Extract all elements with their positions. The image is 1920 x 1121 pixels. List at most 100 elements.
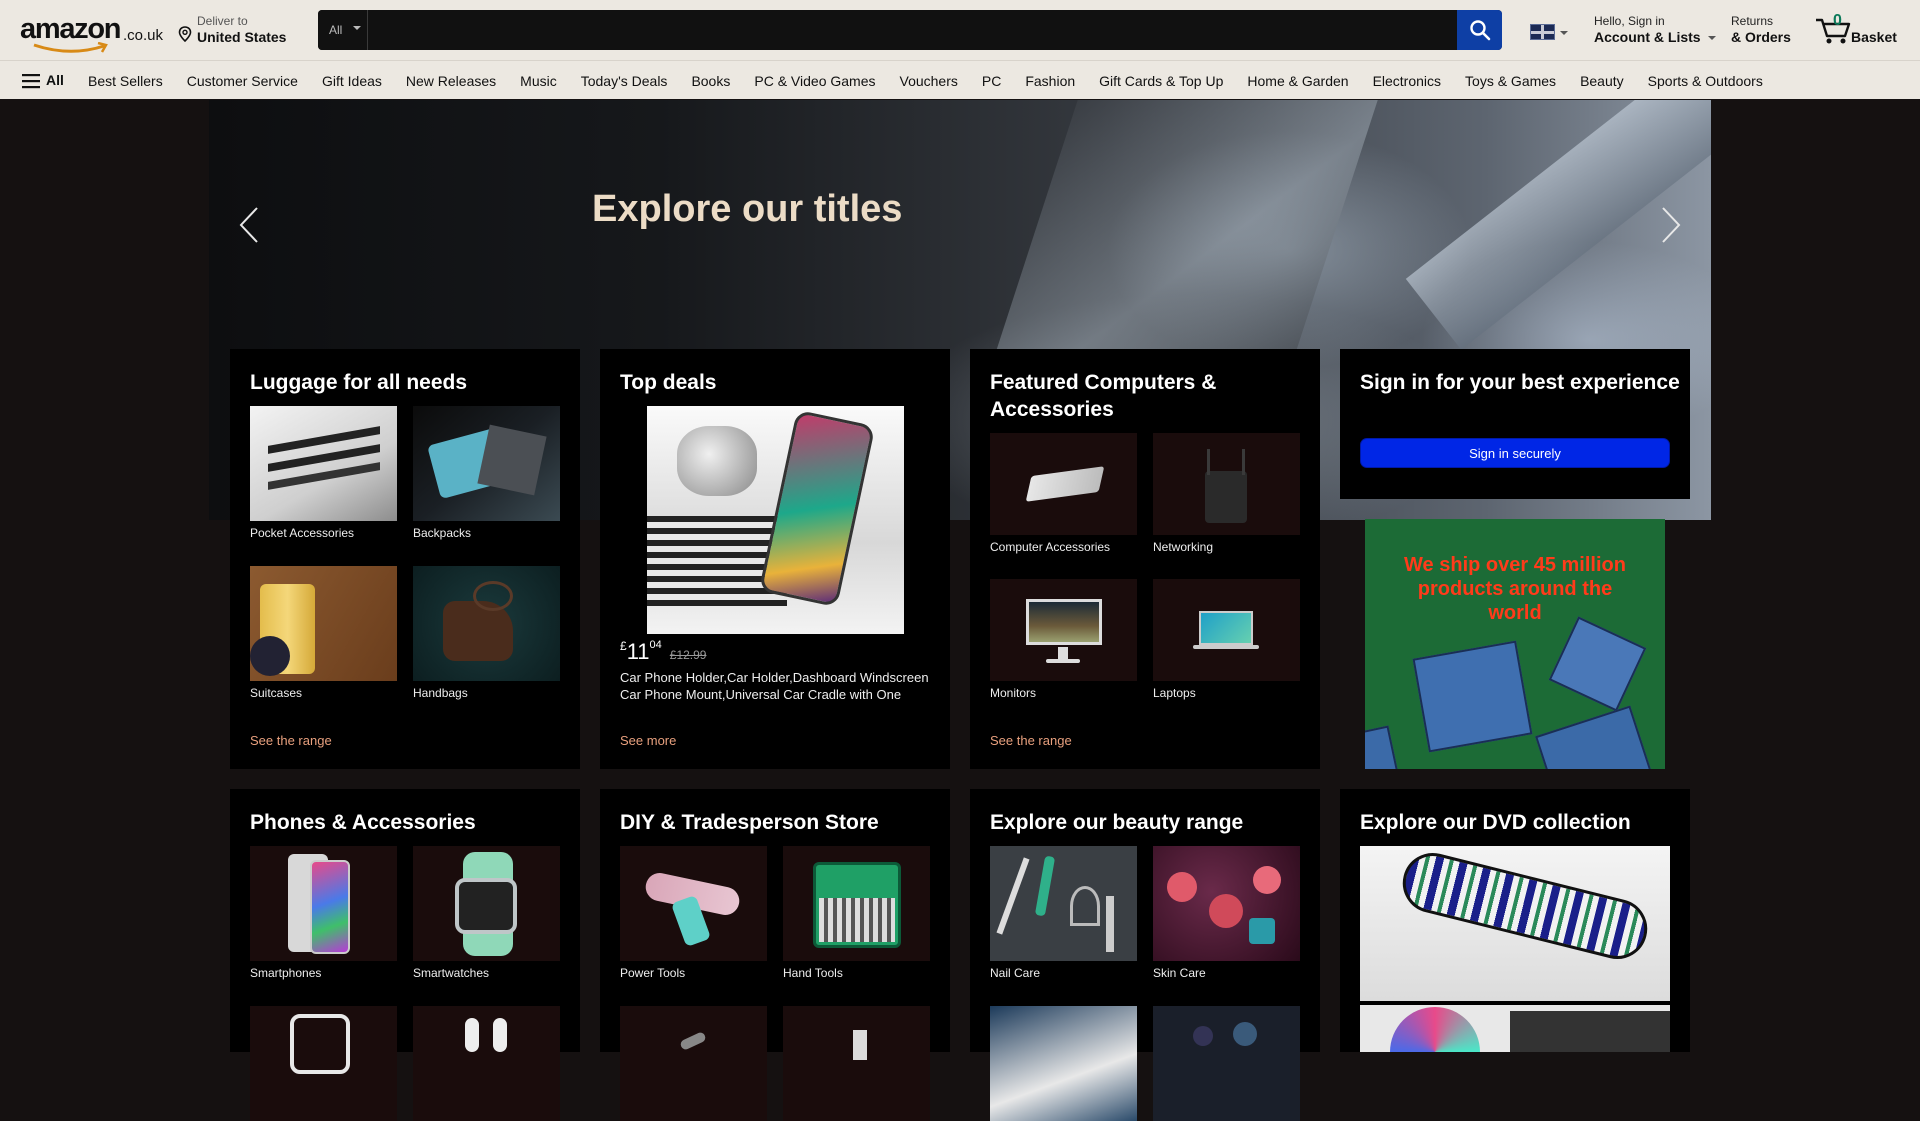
all-menu-label: All [46, 72, 64, 88]
computer-accessories-image [990, 433, 1137, 535]
nav-link-toys-games[interactable]: Toys & Games [1465, 73, 1556, 89]
deliver-label: Deliver to [197, 14, 248, 28]
beauty-item-image [990, 1006, 1137, 1121]
tile-phone-accessory-2[interactable] [413, 1006, 560, 1121]
see-the-range-link[interactable]: See the range [250, 733, 332, 748]
tile-smartwatches[interactable]: Smartwatches [413, 846, 560, 980]
tile-networking[interactable]: Networking [1153, 433, 1300, 554]
card-top-deals: Top deals £1104 £12.99 Car Phone Holder,C… [600, 349, 950, 769]
nav-link-gift-cards[interactable]: Gift Cards & Top Up [1099, 73, 1223, 89]
tile-monitors[interactable]: Monitors [990, 579, 1137, 700]
tile-laptops[interactable]: Laptops [1153, 579, 1300, 700]
tile-handbags[interactable]: Handbags [413, 566, 560, 700]
card-computers: Featured Computers & Accessories Compute… [970, 349, 1320, 769]
box-image [1412, 640, 1533, 753]
tile-caption: Pocket Accessories [250, 526, 355, 540]
search-category-label: All [329, 23, 343, 37]
search-button[interactable] [1457, 10, 1502, 50]
carousel-next-button[interactable] [1651, 200, 1691, 250]
chevron-left-icon [239, 207, 258, 243]
tile-diy-item-1[interactable] [620, 1006, 767, 1121]
nav-links: Best Sellers Customer Service Gift Ideas… [88, 61, 1787, 100]
tile-caption: Smartwatches [413, 966, 490, 980]
promo-banner[interactable]: We ship over 45 million products around … [1365, 519, 1665, 769]
deliver-to[interactable]: Deliver to United States [178, 14, 298, 46]
see-more-link[interactable]: See more [620, 733, 676, 748]
sign-in-securely-button[interactable]: Sign in securely [1360, 438, 1670, 468]
card-sign-in: Sign in for your best experience Sign in… [1340, 349, 1690, 499]
smartphones-image [250, 846, 397, 961]
deal-price: £1104 £12.99 [620, 639, 706, 665]
pocket-accessories-image [250, 406, 397, 521]
tile-pocket-accessories[interactable]: Pocket Accessories [250, 406, 397, 540]
search-category-dropdown[interactable]: All [318, 10, 368, 50]
tile-backpacks[interactable]: Backpacks [413, 406, 560, 540]
nav-link-books[interactable]: Books [691, 73, 730, 89]
nav-link-home-garden[interactable]: Home & Garden [1247, 73, 1348, 89]
deal-product-title[interactable]: Car Phone Holder,Car Holder,Dashboard Wi… [620, 669, 932, 705]
tile-beauty-item-2[interactable] [1153, 1006, 1300, 1121]
tile-caption: Nail Care [990, 966, 1041, 980]
nav-link-new-releases[interactable]: New Releases [406, 73, 496, 89]
nav-link-electronics[interactable]: Electronics [1373, 73, 1441, 89]
basket[interactable]: 0 Basket [1814, 12, 1904, 48]
deliver-country: United States [197, 29, 287, 45]
search-icon [1469, 20, 1490, 41]
tile-beauty-item-1[interactable] [990, 1006, 1137, 1121]
dvd-remote-image[interactable] [1360, 846, 1670, 1001]
tile-smartphones[interactable]: Smartphones [250, 846, 397, 980]
nav-link-best-sellers[interactable]: Best Sellers [88, 73, 163, 89]
account-menu[interactable]: Hello, Sign in Account & Lists [1594, 14, 1716, 48]
language-selector[interactable] [1530, 24, 1570, 40]
deal-product-image[interactable] [647, 406, 904, 634]
tile-caption: Handbags [413, 686, 468, 700]
beauty-item-image [1153, 1006, 1300, 1121]
all-menu-button[interactable]: All [22, 71, 68, 91]
networking-image [1153, 433, 1300, 535]
returns-orders[interactable]: Returns & Orders [1731, 14, 1801, 48]
box-image [1548, 616, 1647, 712]
tile-diy-item-2[interactable] [783, 1006, 930, 1121]
tile-suitcases[interactable]: Suitcases [250, 566, 397, 700]
search-input[interactable] [369, 10, 1457, 50]
tile-hand-tools[interactable]: Hand Tools [783, 846, 930, 980]
carousel-prev-button[interactable] [229, 200, 269, 250]
nav-link-music[interactable]: Music [520, 73, 557, 89]
location-pin-icon [178, 26, 192, 42]
nav-link-customer-service[interactable]: Customer Service [187, 73, 298, 89]
orders-label: & Orders [1731, 29, 1791, 45]
nav-link-beauty[interactable]: Beauty [1580, 73, 1624, 89]
smartwatches-image [413, 846, 560, 961]
card-dvd: Explore our DVD collection [1340, 789, 1690, 1052]
laptops-image [1153, 579, 1300, 681]
earbuds-image [413, 1006, 560, 1121]
tile-caption: Backpacks [413, 526, 472, 540]
tile-caption: Hand Tools [783, 966, 843, 980]
dvd-disc-image[interactable] [1360, 1005, 1670, 1052]
tile-power-tools[interactable]: Power Tools [620, 846, 767, 980]
nav-link-todays-deals[interactable]: Today's Deals [581, 73, 668, 89]
nav-link-fashion[interactable]: Fashion [1025, 73, 1075, 89]
tile-phone-accessory-1[interactable] [250, 1006, 397, 1121]
nav-link-sports-outdoors[interactable]: Sports & Outdoors [1648, 73, 1763, 89]
price-old: £12.99 [669, 648, 707, 662]
tile-nail-care[interactable]: Nail Care [990, 846, 1137, 980]
nav-link-gift-ideas[interactable]: Gift Ideas [322, 73, 382, 89]
card-title: Phones & Accessories [250, 811, 476, 834]
amazon-logo[interactable]: amazon .co.uk [20, 10, 164, 53]
tile-skin-care[interactable]: Skin Care [1153, 846, 1300, 980]
see-the-range-link[interactable]: See the range [990, 733, 1072, 748]
logo-suffix: .co.uk [123, 27, 164, 44]
suitcases-image [250, 566, 397, 681]
tile-computer-accessories[interactable]: Computer Accessories [990, 433, 1137, 554]
box-image [1365, 725, 1401, 769]
card-title: Luggage for all needs [250, 371, 468, 394]
account-label: Account & Lists [1594, 29, 1701, 45]
chevron-right-icon [1662, 207, 1681, 243]
card-luggage: Luggage for all needs Pocket Accessories… [230, 349, 580, 769]
tile-caption: Suitcases [250, 686, 303, 700]
card-title: Featured Computers & Accessories [990, 371, 1217, 421]
nav-link-pc-video-games[interactable]: PC & Video Games [754, 73, 875, 89]
nav-link-pc[interactable]: PC [982, 73, 1001, 89]
nav-link-vouchers[interactable]: Vouchers [900, 73, 958, 89]
